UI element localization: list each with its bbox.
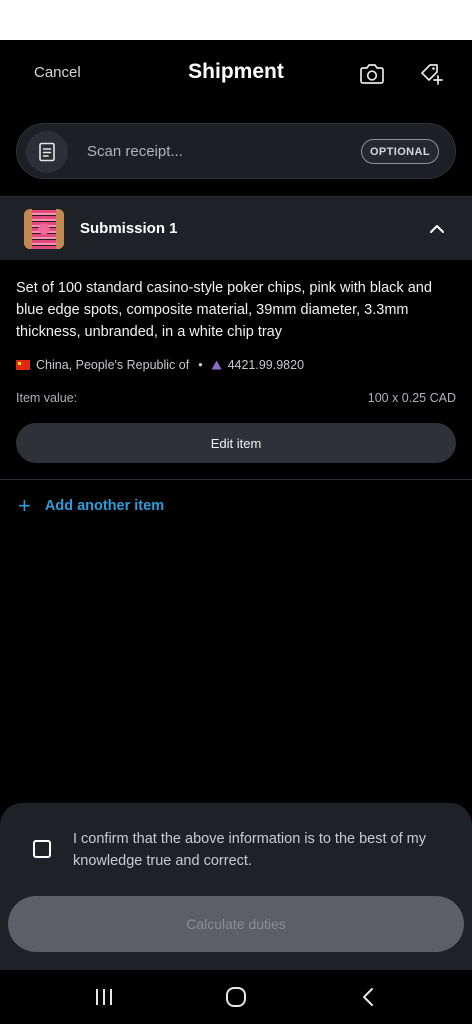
scan-receipt-bar[interactable]: Scan receipt... OPTIONAL [16, 123, 456, 179]
chevron-up-icon[interactable] [424, 217, 450, 241]
edit-item-button[interactable]: Edit item [16, 423, 456, 463]
camera-icon[interactable] [356, 58, 388, 90]
item-meta-row: China, People's Republic of • 4421.99.98… [16, 358, 304, 372]
back-icon[interactable] [348, 982, 388, 1012]
add-another-item-button[interactable]: + Add another item [18, 493, 165, 518]
item-origin: China, People's Republic of [36, 358, 190, 372]
submission-title: Submission 1 [80, 220, 178, 237]
cancel-button[interactable]: Cancel [34, 64, 81, 81]
item-description: Set of 100 standard casino-style poker c… [16, 280, 432, 340]
app-header: Cancel Shipment [0, 40, 472, 106]
item-thumbnail [24, 209, 64, 249]
confirm-checkbox[interactable] [33, 840, 51, 858]
china-flag-icon [16, 360, 30, 370]
home-icon[interactable] [216, 982, 256, 1012]
recents-icon[interactable] [84, 982, 124, 1012]
item-value-amount: 100 x 0.25 CAD [367, 391, 456, 405]
item-value-label: Item value: [16, 391, 78, 405]
tag-add-icon[interactable] [416, 58, 448, 90]
system-nav-bar [0, 970, 472, 1024]
add-another-item-label: Add another item [44, 498, 165, 514]
optional-badge: OPTIONAL [360, 139, 439, 164]
plus-icon: + [18, 493, 31, 518]
calculate-duties-button[interactable]: Calculate duties [8, 896, 464, 952]
meta-separator: • [198, 358, 203, 372]
item-hs-code: 4421.99.9820 [227, 358, 305, 372]
confirm-text: I confirm that the above information is … [73, 831, 427, 869]
confirmation-panel: I confirm that the above information is … [0, 803, 472, 970]
scan-receipt-placeholder: Scan receipt... [87, 143, 183, 160]
hs-code-icon [211, 360, 222, 370]
section-divider [0, 479, 472, 480]
status-bar [0, 0, 472, 40]
submission-header[interactable]: Submission 1 [0, 196, 472, 260]
receipt-icon [26, 131, 68, 173]
